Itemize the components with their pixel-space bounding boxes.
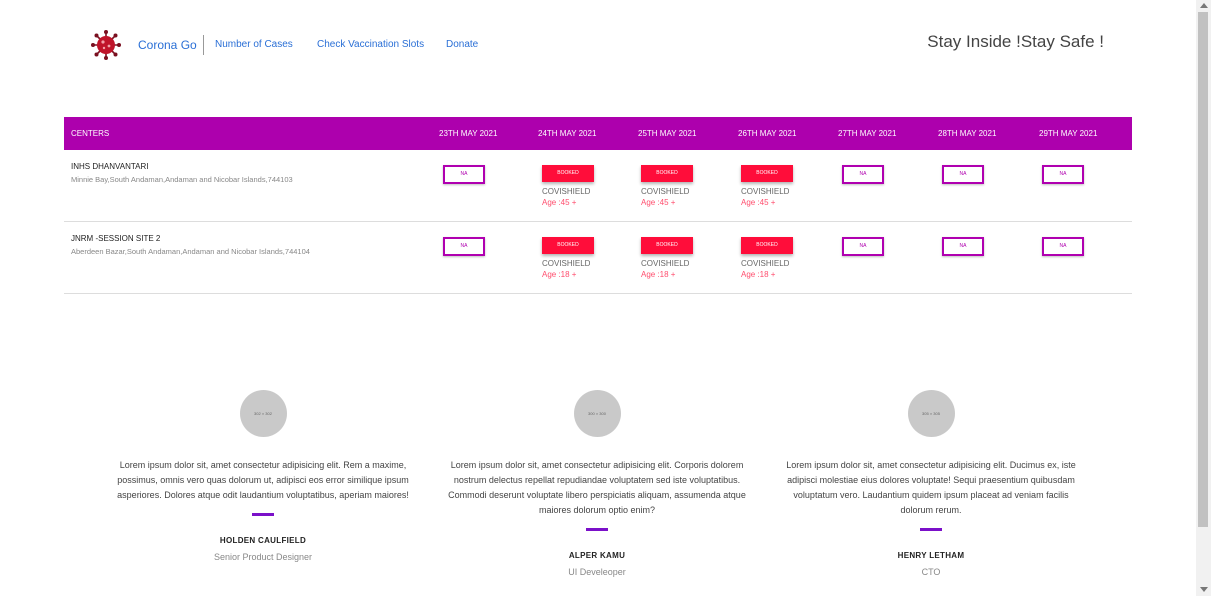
- header-date: 28TH MAY 2021: [938, 129, 997, 138]
- testimonial-text: Lorem ipsum dolor sit, amet consectetur …: [448, 460, 746, 515]
- header-centers: CENTERS: [71, 129, 110, 138]
- center-address: Aberdeen Bazar,South Andaman,Andaman and…: [71, 247, 310, 256]
- na-button[interactable]: NA: [842, 165, 884, 184]
- slot-cell: BOOKED COVISHIELD Age :45 +: [641, 165, 721, 207]
- scroll-up-arrow-icon[interactable]: [1200, 3, 1208, 8]
- table-row: JNRM -SESSION SITE 2 Aberdeen Bazar,Sout…: [64, 222, 1132, 294]
- table-header: CENTERS 23TH MAY 2021 24TH MAY 2021 25TH…: [64, 117, 1132, 150]
- member-role: CTO: [921, 567, 941, 577]
- avatar: 300 × 300: [573, 390, 621, 437]
- header-date: 25TH MAY 2021: [638, 129, 697, 138]
- slot-cell: NA: [1042, 237, 1122, 256]
- header-date: 23TH MAY 2021: [439, 129, 498, 138]
- age-limit: Age :45 +: [741, 198, 776, 207]
- testimonial-text: Lorem ipsum dolor sit, amet consectetur …: [117, 460, 409, 500]
- na-button[interactable]: NA: [942, 165, 984, 184]
- slot-cell: BOOKED COVISHIELD Age :18 +: [741, 237, 821, 279]
- vaccine-name: COVISHIELD: [741, 187, 790, 196]
- brand-divider: [203, 35, 204, 55]
- member-name: HOLDEN CAULFIELD: [219, 536, 307, 545]
- vaccine-name: COVISHIELD: [542, 187, 591, 196]
- header-date: 29TH MAY 2021: [1039, 129, 1098, 138]
- age-limit: Age :45 +: [641, 198, 676, 207]
- booked-button[interactable]: BOOKED: [741, 165, 793, 182]
- age-limit: Age :18 +: [741, 270, 776, 279]
- member-name: HENRY LETHAM: [897, 551, 965, 560]
- slot-cell: BOOKED COVISHIELD Age :18 +: [641, 237, 721, 279]
- accent-bar: [586, 528, 608, 531]
- slot-cell: NA: [842, 237, 922, 256]
- slot-cell: NA: [443, 165, 523, 184]
- virus-logo-icon: [91, 30, 121, 60]
- booked-button[interactable]: BOOKED: [542, 165, 594, 182]
- member-role: UI Develeoper: [568, 567, 626, 577]
- member-role: Senior Product Designer: [213, 552, 313, 562]
- slot-cell: NA: [942, 237, 1022, 256]
- slot-cell: NA: [842, 165, 922, 184]
- vaccine-name: COVISHIELD: [641, 187, 690, 196]
- age-limit: Age :45 +: [542, 198, 577, 207]
- nav-number-of-cases[interactable]: Number of Cases: [215, 39, 293, 50]
- avatar: 305 × 305: [907, 390, 955, 437]
- brand-link[interactable]: Corona Go: [138, 38, 197, 52]
- header-date: 24TH MAY 2021: [538, 129, 597, 138]
- slot-cell: BOOKED COVISHIELD Age :45 +: [542, 165, 622, 207]
- age-limit: Age :18 +: [641, 270, 676, 279]
- accent-bar: [252, 513, 274, 516]
- na-button[interactable]: NA: [443, 165, 485, 184]
- vertical-scrollbar[interactable]: [1196, 0, 1211, 596]
- scroll-thumb[interactable]: [1198, 12, 1208, 527]
- slot-cell: NA: [443, 237, 523, 256]
- nav-check-vaccination-slots[interactable]: Check Vaccination Slots: [317, 39, 424, 50]
- vaccine-name: COVISHIELD: [542, 259, 591, 268]
- slot-cell: NA: [942, 165, 1022, 184]
- tagline: Stay Inside !Stay Safe !: [927, 32, 1104, 51]
- booked-button[interactable]: BOOKED: [542, 237, 594, 254]
- age-limit: Age :18 +: [542, 270, 577, 279]
- vaccination-slots-table: CENTERS 23TH MAY 2021 24TH MAY 2021 25TH…: [64, 117, 1132, 294]
- na-button[interactable]: NA: [1042, 237, 1084, 256]
- slot-cell: NA: [1042, 165, 1122, 184]
- table-row: INHS DHANVANTARI Minnie Bay,South Andama…: [64, 150, 1132, 222]
- center-address: Minnie Bay,South Andaman,Andaman and Nic…: [71, 175, 293, 184]
- slot-cell: BOOKED COVISHIELD Age :45 +: [741, 165, 821, 207]
- team-card: 302 × 302 Lorem ipsum dolor sit, amet co…: [108, 390, 418, 562]
- vaccine-name: COVISHIELD: [641, 259, 690, 268]
- member-name: ALPER KAMU: [568, 551, 626, 560]
- booked-button[interactable]: BOOKED: [641, 165, 693, 182]
- nav-donate[interactable]: Donate: [446, 39, 478, 50]
- booked-button[interactable]: BOOKED: [641, 237, 693, 254]
- header-date: 26TH MAY 2021: [738, 129, 797, 138]
- team-card: 305 × 305 Lorem ipsum dolor sit, amet co…: [776, 390, 1086, 577]
- scroll-down-arrow-icon[interactable]: [1200, 587, 1208, 592]
- testimonial-text: Lorem ipsum dolor sit, amet consectetur …: [786, 460, 1076, 515]
- slot-cell: BOOKED COVISHIELD Age :18 +: [542, 237, 622, 279]
- na-button[interactable]: NA: [942, 237, 984, 256]
- na-button[interactable]: NA: [1042, 165, 1084, 184]
- accent-bar: [920, 528, 942, 531]
- booked-button[interactable]: BOOKED: [741, 237, 793, 254]
- team-card: 300 × 300 Lorem ipsum dolor sit, amet co…: [442, 390, 752, 577]
- na-button[interactable]: NA: [443, 237, 485, 256]
- center-name: JNRM -SESSION SITE 2: [71, 234, 161, 243]
- na-button[interactable]: NA: [842, 237, 884, 256]
- center-name: INHS DHANVANTARI: [71, 162, 149, 171]
- header-date: 27TH MAY 2021: [838, 129, 897, 138]
- vaccine-name: COVISHIELD: [741, 259, 790, 268]
- avatar: 302 × 302: [239, 390, 287, 437]
